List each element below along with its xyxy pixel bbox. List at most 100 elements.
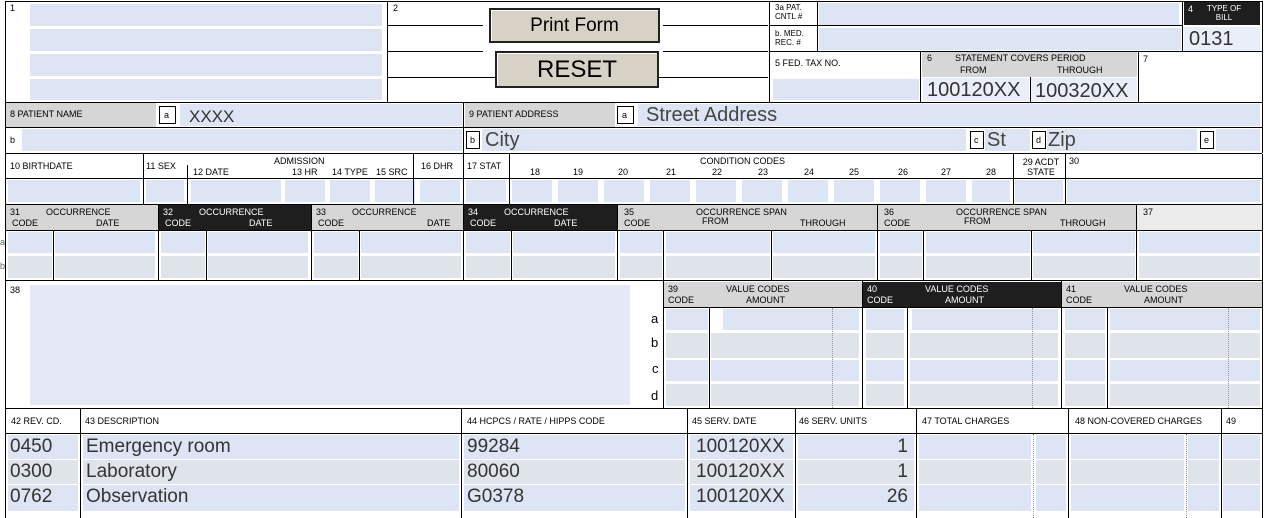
value-39b-amount[interactable] <box>711 333 859 358</box>
responsible-party-field[interactable] <box>30 285 630 405</box>
provider-line-2[interactable] <box>30 29 382 51</box>
medical-record-number-field[interactable] <box>819 28 1181 50</box>
span-36b-code[interactable] <box>880 256 922 278</box>
span-36a-code[interactable] <box>880 232 922 253</box>
street-address-field[interactable]: Street Address <box>638 104 1260 126</box>
span-36a-through[interactable] <box>1033 232 1135 253</box>
condition-code-26-field[interactable] <box>880 180 920 202</box>
fed-tax-number-field[interactable] <box>773 79 919 100</box>
line-rev-field[interactable]: 0300 <box>8 460 78 484</box>
span-35a-code[interactable] <box>620 232 662 253</box>
provider-line-3[interactable] <box>30 54 382 76</box>
occ-33a-date[interactable] <box>361 232 461 253</box>
occ-32b-code[interactable] <box>161 256 205 278</box>
value-39a-code[interactable] <box>666 309 708 330</box>
field-37a[interactable] <box>1139 232 1260 253</box>
occ-33b-code[interactable] <box>314 256 358 278</box>
occ-34b-date[interactable] <box>513 256 615 278</box>
non-covered-charges-field[interactable] <box>1071 485 1184 511</box>
period-through-field[interactable]: 100320XX <box>1031 78 1137 102</box>
line-date-field[interactable]: 100120XX <box>690 435 793 459</box>
type-of-bill-field[interactable]: 0131 <box>1184 27 1260 51</box>
condition-code-28-field[interactable] <box>972 180 1010 202</box>
provider-line-1[interactable] <box>30 4 382 26</box>
value-41b-amount[interactable] <box>1110 333 1260 358</box>
value-40d-code[interactable] <box>866 384 904 406</box>
condition-code-25-field[interactable] <box>834 180 874 202</box>
value-39a-amount[interactable] <box>723 309 859 330</box>
span-36b-through[interactable] <box>1033 256 1135 278</box>
birthdate-field[interactable] <box>8 180 140 202</box>
admission-hour-field[interactable] <box>285 180 325 202</box>
non-covered-cents-field[interactable] <box>1188 460 1219 484</box>
non-covered-cents-field[interactable] <box>1188 485 1219 511</box>
total-charges-field[interactable] <box>919 485 1031 511</box>
value-40b-code[interactable] <box>866 333 904 358</box>
span-36a-from[interactable] <box>926 232 1030 253</box>
value-41b-code[interactable] <box>1065 333 1105 358</box>
state-field[interactable]: St <box>985 129 1030 151</box>
print-form-button[interactable]: Print Form <box>489 8 660 43</box>
sex-field[interactable] <box>146 180 184 202</box>
occ-31b-code[interactable] <box>8 256 52 278</box>
span-35b-from[interactable] <box>666 256 770 278</box>
value-41c-amount[interactable] <box>1110 360 1260 381</box>
occ-33b-date[interactable] <box>361 256 461 278</box>
value-40a-amount[interactable] <box>912 309 1058 330</box>
patient-name-field[interactable]: XXXX <box>180 104 462 126</box>
span-35b-through[interactable] <box>773 256 875 278</box>
occ-31a-code[interactable] <box>8 232 52 253</box>
field-49-input[interactable] <box>1223 485 1260 511</box>
occ-32b-date[interactable] <box>208 256 308 278</box>
field-49-input[interactable] <box>1223 435 1260 459</box>
line-desc-field[interactable]: Observation <box>83 485 459 511</box>
line-hcpcs-field[interactable]: 80060 <box>464 460 685 484</box>
line-date-field[interactable]: 100120XX <box>690 460 793 484</box>
value-40c-amount[interactable] <box>910 360 1058 381</box>
span-36b-from[interactable] <box>926 256 1030 278</box>
condition-code-20-field[interactable] <box>604 180 644 202</box>
value-39d-amount[interactable] <box>711 384 859 406</box>
occ-34a-code[interactable] <box>466 232 510 253</box>
admission-date-field[interactable] <box>191 180 281 202</box>
line-date-field[interactable]: 100120XX <box>690 485 793 511</box>
occ-34a-date[interactable] <box>513 232 615 253</box>
patient-control-number-field[interactable] <box>819 3 1179 25</box>
condition-code-22-field[interactable] <box>696 180 736 202</box>
patient-name-line-b[interactable] <box>22 129 462 151</box>
span-35b-code[interactable] <box>620 256 662 278</box>
value-41d-code[interactable] <box>1065 384 1105 406</box>
occ-34b-code[interactable] <box>466 256 510 278</box>
total-charges-cents-field[interactable] <box>1036 460 1066 484</box>
period-from-field[interactable]: 100120XX <box>923 78 1029 101</box>
line-units-field[interactable]: 26 <box>798 485 914 511</box>
reset-button[interactable]: RESET <box>495 51 659 88</box>
value-41a-code[interactable] <box>1065 309 1105 330</box>
line-rev-field[interactable]: 0450 <box>8 435 78 459</box>
value-41d-amount[interactable] <box>1110 384 1260 406</box>
field-49-input[interactable] <box>1223 460 1260 484</box>
zip-field[interactable]: Zip <box>1047 129 1197 151</box>
total-charges-cents-field[interactable] <box>1036 485 1066 511</box>
provider-line-4[interactable] <box>30 79 382 100</box>
occ-32a-code[interactable] <box>161 232 205 253</box>
total-charges-field[interactable] <box>919 435 1031 459</box>
occ-31a-date[interactable] <box>55 232 155 253</box>
line-hcpcs-field[interactable]: 99284 <box>464 435 685 459</box>
occ-33a-code[interactable] <box>314 232 358 253</box>
occ-32a-date[interactable] <box>208 232 308 253</box>
value-41a-amount[interactable] <box>1110 309 1260 330</box>
field-37b[interactable] <box>1139 256 1260 278</box>
value-40c-code[interactable] <box>866 360 904 381</box>
field-30-input[interactable] <box>1067 180 1260 202</box>
condition-code-23-field[interactable] <box>742 180 782 202</box>
discharge-hour-field[interactable] <box>420 180 460 202</box>
total-charges-field[interactable] <box>919 460 1031 484</box>
line-desc-field[interactable]: Laboratory <box>83 460 459 484</box>
value-40a-code[interactable] <box>866 309 904 330</box>
value-39d-code[interactable] <box>666 384 708 406</box>
value-41c-code[interactable] <box>1065 360 1105 381</box>
line-hcpcs-field[interactable]: G0378 <box>464 485 685 511</box>
country-field[interactable] <box>1216 129 1260 151</box>
value-40d-amount[interactable] <box>910 384 1058 406</box>
